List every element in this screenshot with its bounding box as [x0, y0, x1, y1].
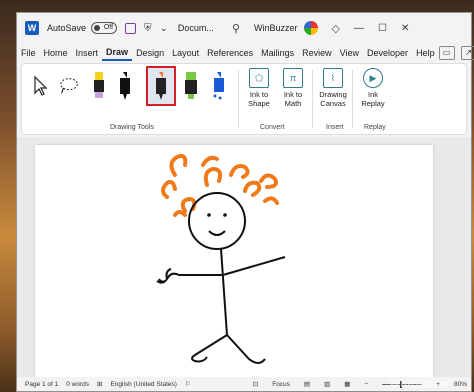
tab-help[interactable]: Help [412, 44, 439, 62]
watermark: WinBuzzer [389, 378, 450, 390]
word-app-icon: W [25, 21, 39, 35]
search-icon[interactable]: ⚲ [232, 22, 240, 35]
comments-icon[interactable]: ▭ [438, 46, 455, 60]
pen-blue-icon [213, 72, 224, 100]
page-count[interactable]: Page 1 of 1 [25, 381, 58, 388]
ink-to-math-button[interactable]: π Ink to Math [276, 68, 310, 108]
print-layout-icon[interactable]: ▥ [324, 380, 330, 388]
ink-to-shape-label: Ink to Shape [248, 90, 270, 108]
tab-view[interactable]: View [336, 44, 363, 62]
pen-yellow-icon [94, 72, 104, 98]
share-icon[interactable]: ↗ [460, 46, 474, 60]
document-area [17, 137, 471, 377]
ink-to-shape-button[interactable]: ⬠ Ink to Shape [242, 68, 276, 108]
title-bar: W AutoSave Off ⛨ ⌄ Docum... ⚲ WinBuzzer … [17, 13, 471, 43]
tab-references[interactable]: References [203, 44, 257, 62]
tab-mailings[interactable]: Mailings [257, 44, 298, 62]
tab-draw[interactable]: Draw [102, 45, 133, 61]
replay-label: Replay [364, 124, 386, 131]
user-name[interactable]: WinBuzzer [254, 23, 298, 33]
autosave-state: Off [103, 24, 114, 31]
read-mode-icon[interactable]: ▤ [304, 380, 310, 388]
pen-black-icon [120, 72, 130, 100]
ink-replay-label: Ink Replay [361, 90, 385, 108]
autosave-toggle[interactable]: Off [91, 22, 118, 34]
accessibility-icon[interactable]: ⊞ [97, 380, 102, 388]
accessibility-check-icon[interactable]: ⚐ [185, 380, 191, 388]
pen-yellow-button[interactable] [88, 68, 110, 104]
highlighter-green-button[interactable] [180, 68, 202, 104]
chevron-down-icon[interactable]: ⌄ [160, 23, 168, 34]
ink-to-shape-icon: ⬠ [249, 68, 269, 88]
drawing-canvas-label: Drawing Canvas [319, 90, 347, 108]
word-window: W AutoSave Off ⛨ ⌄ Docum... ⚲ WinBuzzer … [16, 12, 474, 392]
language[interactable]: English (United States) [110, 381, 176, 388]
close-icon[interactable]: ✕ [401, 23, 409, 34]
convert-label: Convert [260, 124, 285, 131]
insert-label: Insert [326, 124, 344, 131]
ink-replay-icon: ▶ [363, 68, 383, 88]
stick-figure-drawing [156, 154, 286, 364]
highlighter-green-icon [185, 72, 197, 99]
drawing-tools-label: Drawing Tools [110, 124, 154, 131]
pen-blue-button[interactable] [208, 68, 230, 104]
lasso-icon [60, 78, 78, 94]
menu-right-actions: ▭ ↗ [438, 46, 474, 60]
draw-ribbon: Drawing Tools ⬠ Ink to Shape π Ink to Ma… [21, 63, 467, 135]
autosave-label: AutoSave [47, 23, 87, 33]
separator [352, 70, 353, 128]
tab-design[interactable]: Design [132, 44, 168, 62]
tab-layout[interactable]: Layout [168, 44, 203, 62]
maximize-icon[interactable]: ☐ [378, 23, 387, 34]
tab-home[interactable]: Home [40, 44, 72, 62]
web-layout-icon[interactable]: ▦ [344, 380, 350, 388]
save-icon[interactable] [125, 22, 137, 34]
ink-to-math-label: Ink to Math [283, 90, 303, 108]
pen-orange-icon [156, 72, 166, 100]
drawing-canvas-icon: ⌇ [323, 68, 343, 88]
tab-review[interactable]: Review [298, 44, 336, 62]
document-name[interactable]: Docum... [178, 23, 214, 33]
focus-icon[interactable]: ⊡ [253, 380, 258, 388]
document-page[interactable] [35, 145, 433, 377]
pen-orange-button[interactable] [146, 66, 176, 106]
minimize-icon[interactable]: — [354, 23, 364, 34]
pen-black-button[interactable] [114, 68, 136, 104]
word-count[interactable]: 0 words [66, 381, 89, 388]
tab-developer[interactable]: Developer [363, 44, 412, 62]
select-tool-button[interactable] [30, 68, 52, 104]
zoom-out-icon[interactable]: − [364, 381, 368, 388]
ink-replay-button[interactable]: ▶ Ink Replay [356, 68, 390, 108]
tab-file[interactable]: File [17, 44, 40, 62]
lasso-select-button[interactable] [58, 68, 80, 104]
separator [312, 70, 313, 128]
customize-quick-access-icon[interactable]: ⛨ [144, 23, 152, 34]
separator [238, 70, 239, 128]
focus-label[interactable]: Focus [272, 381, 290, 388]
ink-to-math-icon: π [283, 68, 303, 88]
premium-diamond-icon[interactable]: ◇ [332, 22, 340, 35]
avatar[interactable] [303, 21, 318, 35]
cursor-arrow-icon [34, 75, 48, 96]
zoom-level[interactable]: 80% [454, 381, 467, 388]
tab-insert[interactable]: Insert [72, 44, 103, 62]
drawing-canvas-button[interactable]: ⌇ Drawing Canvas [316, 68, 350, 108]
ribbon-tabs: File Home Insert Draw Design Layout Refe… [17, 44, 474, 62]
